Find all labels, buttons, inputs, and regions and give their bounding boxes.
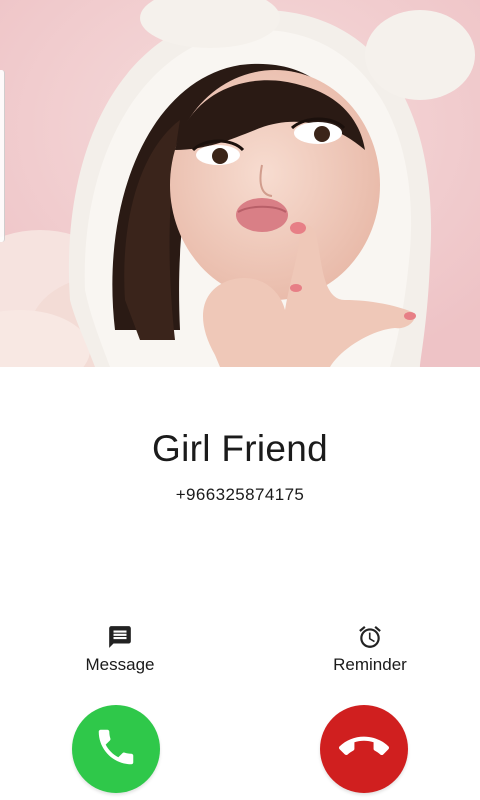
message-icon	[107, 624, 133, 650]
decline-call-button[interactable]	[320, 705, 408, 793]
message-label: Message	[85, 655, 155, 674]
edge-panel-handle[interactable]	[0, 70, 5, 242]
phone-icon	[93, 724, 139, 775]
alarm-clock-icon	[357, 624, 383, 650]
answer-call-button[interactable]	[72, 705, 160, 793]
caller-number: +966325874175	[175, 485, 305, 504]
reminder-button[interactable]: Reminder	[300, 624, 440, 675]
incoming-call-screen: Girl Friend +966325874175 Message Remind…	[0, 0, 480, 800]
phone-hangup-icon	[339, 722, 389, 777]
message-button[interactable]: Message	[50, 624, 190, 675]
reminder-label: Reminder	[333, 655, 407, 674]
caller-name: Girl Friend	[152, 428, 328, 469]
caller-photo	[0, 0, 480, 367]
